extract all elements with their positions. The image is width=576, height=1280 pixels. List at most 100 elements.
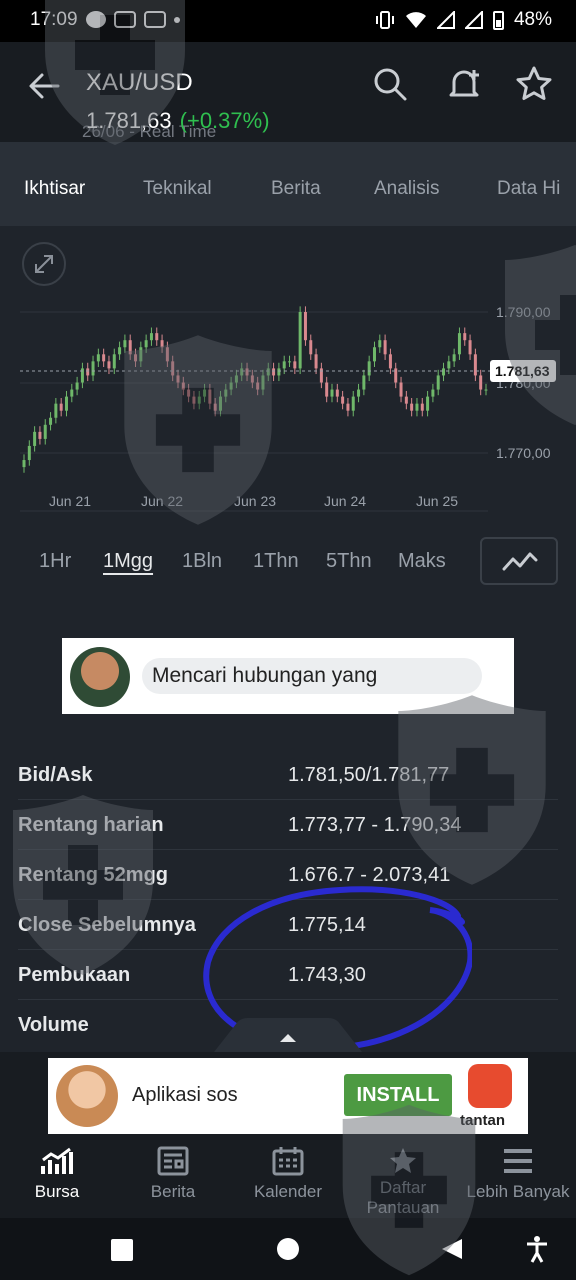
- candle-body: [160, 340, 164, 348]
- candle-body: [64, 396, 68, 411]
- stat-row-bid-ask: Bid/Ask 1.781,50/1.781,77: [18, 750, 558, 800]
- wifi-icon: [405, 12, 426, 28]
- price-change: (+0.37%): [179, 108, 270, 133]
- accessibility-icon[interactable]: [524, 1235, 550, 1263]
- instrument-symbol: XAU/USD: [86, 69, 193, 96]
- period-5thn[interactable]: 5Thn: [326, 550, 372, 573]
- candles-group: [22, 306, 488, 473]
- section-tabs: Ikhtisar Teknikal Berita Analisis Data H…: [0, 142, 576, 226]
- candle-body: [325, 382, 329, 397]
- stat-row-prev-close: Close Sebelumnya 1.775,14: [18, 900, 558, 950]
- nav-label: Daftar Pantauan: [366, 1178, 440, 1217]
- candle-body: [86, 368, 90, 376]
- candle-body: [457, 333, 461, 355]
- candle-body: [203, 389, 207, 397]
- nav-kalender[interactable]: Kalender: [233, 1146, 343, 1202]
- candle-body: [293, 361, 297, 369]
- stat-label: Rentang harian: [18, 814, 164, 836]
- candle-body: [27, 445, 31, 461]
- recents-square-icon[interactable]: [110, 1238, 134, 1262]
- period-1mgg[interactable]: 1Mgg: [103, 550, 153, 573]
- vibrate-icon: [375, 11, 394, 29]
- line-chart-icon: [502, 552, 538, 571]
- candle-body: [144, 340, 148, 348]
- candle-body: [245, 368, 249, 376]
- chart-type-button[interactable]: [480, 537, 558, 585]
- candle-body: [282, 361, 286, 369]
- nav-lebih-banyak[interactable]: Lebih Banyak: [463, 1146, 573, 1202]
- tab-analisis[interactable]: Analisis: [374, 178, 439, 200]
- y-tick-1770: 1.770,00: [496, 445, 551, 461]
- candle-body: [165, 347, 169, 362]
- candle-body: [261, 375, 265, 390]
- x-tick-jun22: Jun 22: [141, 493, 183, 509]
- news-icon: [157, 1146, 189, 1176]
- candle-body: [240, 368, 244, 376]
- home-circle-icon[interactable]: [276, 1237, 300, 1261]
- candle-body: [473, 354, 477, 376]
- candle-body: [272, 368, 276, 376]
- candle-body: [357, 389, 361, 397]
- current-price-tag-label: 1.781,63: [495, 363, 550, 379]
- candle-body: [155, 333, 159, 341]
- candle-body: [335, 389, 339, 397]
- battery-icon: [492, 10, 504, 30]
- candle-body: [123, 340, 127, 348]
- x-tick-jun21: Jun 21: [49, 493, 91, 509]
- status-time: 17:09: [30, 9, 78, 30]
- stat-value: 1.775,14: [288, 914, 366, 936]
- stat-value: 1.743,30: [288, 964, 366, 986]
- x-tick-jun24: Jun 24: [324, 493, 366, 509]
- period-1hr[interactable]: 1Hr: [39, 550, 71, 573]
- tab-data-historis[interactable]: Data Hi: [497, 178, 560, 200]
- back-arrow-icon[interactable]: [26, 68, 62, 104]
- instrument-stats: Bid/Ask 1.781,50/1.781,77 Rentang harian 1…: [18, 750, 558, 1050]
- expand-details-handle[interactable]: [214, 1018, 362, 1052]
- period-1thn[interactable]: 1Thn: [253, 550, 299, 573]
- nav-label: Berita: [150, 1182, 196, 1201]
- nav-daftar-pantauan[interactable]: Daftar Pantauan: [348, 1146, 458, 1218]
- ad-banner-bottom[interactable]: Aplikasi sos INSTALL tantan: [48, 1058, 528, 1134]
- candle-body: [463, 333, 467, 341]
- add-alert-bell-icon[interactable]: [444, 64, 484, 104]
- watchlist-star-icon: [390, 1148, 416, 1173]
- candle-body: [415, 403, 419, 411]
- nav-berita[interactable]: Berita: [118, 1146, 228, 1202]
- candle-body: [91, 361, 95, 376]
- bottom-navigation: Bursa Berita Kalender Daftar Pantauan Le…: [0, 1136, 576, 1218]
- tab-ikhtisar[interactable]: Ikhtisar: [24, 178, 85, 200]
- candle-body: [309, 340, 313, 355]
- candle-body: [54, 403, 58, 418]
- candle-body: [346, 403, 350, 411]
- candle-body: [197, 396, 201, 404]
- candle-body: [479, 375, 483, 390]
- candle-body: [134, 354, 138, 362]
- tab-berita[interactable]: Berita: [271, 178, 321, 200]
- install-button[interactable]: INSTALL: [344, 1074, 452, 1116]
- candle-body: [341, 396, 345, 404]
- candle-body: [187, 389, 191, 397]
- tab-teknikal[interactable]: Teknikal: [143, 178, 212, 200]
- period-1bln[interactable]: 1Bln: [182, 550, 222, 573]
- candle-body: [139, 347, 143, 362]
- back-triangle-icon[interactable]: [440, 1237, 464, 1261]
- candle-body: [404, 396, 408, 404]
- stat-label: Pembukaan: [18, 964, 131, 986]
- period-maks[interactable]: Maks: [398, 550, 446, 573]
- markets-chart-icon: [41, 1147, 73, 1174]
- ad-banner-top[interactable]: Mencari hubungan yang: [62, 638, 514, 714]
- candle-body: [484, 389, 488, 391]
- candle-body: [420, 403, 424, 411]
- search-icon[interactable]: [370, 64, 410, 104]
- candle-body: [362, 375, 366, 390]
- nav-bursa[interactable]: Bursa: [2, 1146, 112, 1202]
- candle-body: [288, 361, 292, 363]
- candlestick-chart[interactable]: 1.790,00 1.780,00 1.770,00 1.781,63 Jun …: [0, 226, 576, 522]
- candle-body: [410, 403, 414, 411]
- candle-body: [330, 389, 334, 397]
- favorite-star-icon[interactable]: [514, 64, 554, 104]
- stat-value: 1.676.7 - 2.073,41: [288, 864, 451, 886]
- stat-row-52w-range: Rentang 52mgg 1.676.7 - 2.073,41: [18, 850, 558, 900]
- candle-body: [181, 382, 185, 390]
- calendar-icon: [272, 1147, 304, 1176]
